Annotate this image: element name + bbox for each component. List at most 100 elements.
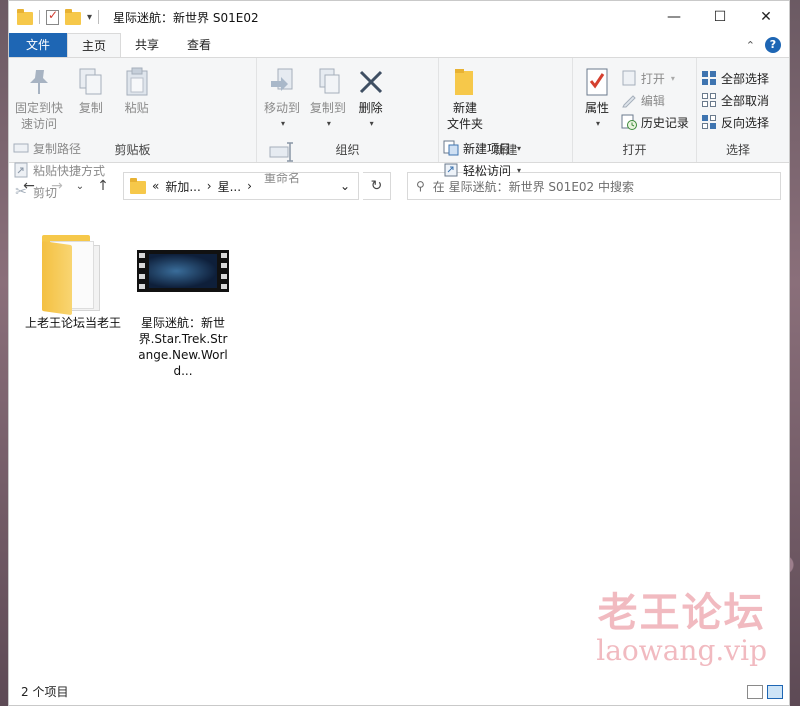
tab-view[interactable]: 查看 [173,33,225,57]
address-bar[interactable]: « 新加... › 星... › ⌄ [123,172,359,200]
ribbon-tabs: 文件 主页 共享 查看 ⌃ ? [9,33,789,57]
group-label-organize: 组织 [335,143,360,157]
video-file-item[interactable]: 星际迷航：新世界.Star.Trek.Strange.New.World... [135,229,231,379]
breadcrumb-separator-icon[interactable]: › [207,179,212,193]
collapse-ribbon-chevron-up-icon[interactable]: ⌃ [746,39,755,52]
open-icon [621,70,637,86]
group-organize: 移动到 ▾ 复制到 ▾ 删除 ▾ 重命名 组织 [257,58,439,185]
properties-button[interactable]: 属性 ▾ [577,62,617,132]
folder-item[interactable]: 上老王论坛当老王 [25,229,121,331]
invert-selection-icon [701,114,717,130]
navigation-bar: ← → ⌄ ↑ « 新加... › 星... › ⌄ ↻ ⚲ 在 星际迷航：新世… [9,163,789,209]
delete-dropdown-icon: ▾ [369,119,374,128]
paste-shortcut-icon [13,162,29,178]
new-folder-icon [449,66,481,98]
video-thumbnail-icon [135,229,231,313]
copy-to-label: 复制到 [309,101,346,115]
refresh-button[interactable]: ↻ [363,172,391,200]
status-bar: 2 个项目 [9,677,789,705]
breadcrumb-item-drive[interactable]: 新加... [165,178,200,195]
breadcrumb-item-folder[interactable]: 星... [218,178,241,195]
quick-access-toolbar: ▾ [9,8,100,25]
maximize-button[interactable]: ☐ [697,1,743,33]
select-all-label: 全部选择 [721,71,770,86]
breadcrumb-overflow[interactable]: « [152,179,159,193]
address-dropdown-chevron-down-icon[interactable]: ⌄ [340,179,350,193]
search-placeholder: 在 星际迷航：新世界 S01E02 中搜索 [432,179,634,194]
large-folder-icon [25,229,121,316]
explorer-window: ▾ 星际迷航：新世界 S01E02 — ☐ ✕ 文件 主页 共享 查看 ⌃ ? … [8,0,790,706]
help-icon[interactable]: ? [765,37,781,53]
window-controls: — ☐ ✕ [651,1,789,33]
copy-to-button[interactable]: 复制到 ▾ [307,62,349,132]
new-folder-icon[interactable] [65,8,81,25]
group-new: 新建 文件夹 新建项目 ▾ 轻松访问 ▾ 新建 [439,58,573,178]
properties-check-icon[interactable] [46,8,59,25]
open-label: 打开 [640,71,665,86]
details-view-icon[interactable] [747,685,763,699]
select-none-icon [701,92,717,108]
open-dropdown-icon: ▾ [670,73,675,83]
history-icon [621,114,637,130]
minimize-button[interactable]: — [651,1,697,33]
edit-label: 编辑 [640,93,665,108]
customize-qat-chevron-down-icon[interactable]: ▾ [87,12,92,23]
easy-access-label: 轻松访问 [463,163,512,178]
select-all-button[interactable]: 全部选择 [701,68,769,88]
properties-dropdown-icon: ▾ [595,119,600,128]
file-list[interactable]: 上老王论坛当老王 星际迷航：新世界.Star.Trek.Strange.New.… [9,209,789,675]
move-to-button[interactable]: 移动到 ▾ [261,62,303,132]
video-file-name: 星际迷航：新世界.Star.Trek.Strange.New.World... [138,316,228,378]
properties-label: 属性 [584,101,609,115]
easy-access-icon [443,162,459,178]
delete-button[interactable]: 删除 ▾ [353,62,389,132]
open-small-buttons: 打开 ▾ 编辑 历史记录 [621,62,689,132]
close-button[interactable]: ✕ [743,1,789,33]
cut-label: 剪切 [33,185,58,200]
view-toggle [747,685,783,699]
edit-pencil-icon [621,92,637,108]
paste-label: 粘贴 [124,101,149,115]
pin-label: 固定到快 速访问 [14,101,63,131]
title-bar: ▾ 星际迷航：新世界 S01E02 — ☐ ✕ [9,1,789,33]
history-button[interactable]: 历史记录 [621,112,689,132]
scissors-icon: ✂ [15,184,27,200]
copy-button[interactable]: 复制 [69,62,113,116]
large-icons-view-icon[interactable] [767,685,783,699]
invert-selection-label: 反向选择 [721,115,770,130]
paste-icon [121,66,153,98]
history-label: 历史记录 [640,115,689,130]
paste-shortcut-label: 粘贴快捷方式 [33,163,106,178]
paste-shortcut-button[interactable]: 粘贴快捷方式 [13,160,105,180]
address-folder-icon [130,177,146,194]
paste-button[interactable]: 粘贴 [117,62,157,116]
ribbon: 固定到快 速访问 复制 粘贴 复制路径 粘贴快捷方式 ✂ 剪切 剪贴板 移动到 … [9,57,789,200]
edit-button[interactable]: 编辑 [621,90,689,110]
breadcrumb-separator-icon[interactable]: › [247,179,252,193]
tab-file[interactable]: 文件 [9,33,67,57]
cut-button[interactable]: ✂ 剪切 [13,182,105,202]
watermark-cn: 老王论坛 [597,589,766,636]
tab-share[interactable]: 共享 [121,33,173,57]
open-button[interactable]: 打开 ▾ [621,68,689,88]
tab-home[interactable]: 主页 [67,33,122,57]
group-label-new: 新建 [493,143,518,157]
easy-access-dropdown-icon: ▾ [517,165,522,175]
select-small-buttons: 全部选择 全部取消 反向选择 [701,62,769,132]
properties-icon [581,66,613,98]
qat-divider [98,10,100,24]
easy-access-button[interactable]: 轻松访问 ▾ [443,160,521,180]
group-select: 全部选择 全部取消 反向选择 选择 [697,58,779,162]
select-all-icon [701,70,717,86]
copy-label: 复制 [78,101,103,115]
watermark-en: laowang.vip [596,634,767,667]
new-folder-button[interactable]: 新建 文件夹 [443,62,487,132]
move-to-icon [266,66,298,98]
group-open: 属性 ▾ 打开 ▾ 编辑 历史记录 打开 [573,58,697,162]
invert-selection-button[interactable]: 反向选择 [701,112,769,132]
pin-quick-access-button[interactable]: 固定到快 速访问 [13,62,65,132]
copy-to-icon [312,66,344,98]
select-none-button[interactable]: 全部取消 [701,90,769,110]
delete-label: 删除 [358,101,383,115]
folder-name: 上老王论坛当老王 [25,316,122,330]
